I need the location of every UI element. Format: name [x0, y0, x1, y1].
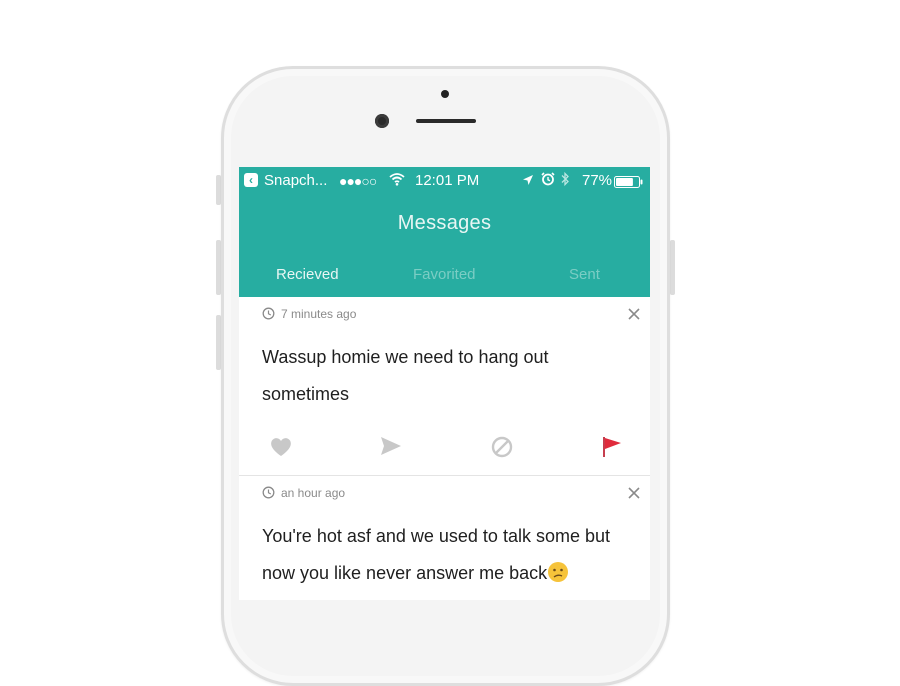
battery-percentage: 77%: [582, 172, 613, 189]
status-time: 12:01 PM: [415, 172, 480, 189]
proximity-sensor: [441, 90, 449, 98]
message-text: Wassup homie we need to hang out sometim…: [262, 347, 549, 404]
message-card: an hour ago You're hot asf and we used t…: [239, 476, 650, 600]
tab-favorited[interactable]: Favorited: [413, 266, 476, 283]
message-time-ago: 7 minutes ago: [281, 307, 357, 321]
tab-sent[interactable]: Sent: [569, 266, 600, 283]
alarm-icon: [541, 172, 555, 190]
flag-icon[interactable]: [602, 436, 622, 463]
send-icon[interactable]: [380, 436, 402, 461]
clock-icon: [262, 307, 275, 325]
message-card: 7 minutes ago Wassup homie we need to ha…: [239, 297, 650, 476]
status-bar: ‹ Snapch... ●●●○○ 12:01 PM 77%: [239, 167, 650, 195]
tab-received[interactable]: Recieved: [276, 266, 339, 283]
battery-icon: [614, 175, 644, 192]
app-header: ‹ Snapch... ●●●○○ 12:01 PM 77% Messages …: [239, 167, 650, 297]
heart-icon[interactable]: [269, 436, 293, 463]
message-text: You're hot asf and we used to talk some …: [262, 518, 632, 596]
front-camera: [375, 114, 389, 128]
confused-face-emoji: [547, 559, 569, 596]
wifi-icon: [389, 172, 405, 190]
block-icon[interactable]: [491, 436, 513, 463]
bluetooth-icon: [560, 171, 570, 191]
power-button: [670, 240, 675, 295]
message-time-ago: an hour ago: [281, 486, 346, 500]
earpiece-speaker: [416, 119, 476, 123]
close-icon[interactable]: [627, 486, 641, 505]
close-icon[interactable]: [627, 307, 641, 326]
clock-icon: [262, 486, 275, 504]
location-icon: [522, 173, 534, 190]
phone-screen: ‹ Snapch... ●●●○○ 12:01 PM 77% Messages …: [239, 167, 650, 600]
back-icon[interactable]: ‹: [244, 173, 258, 187]
page-title: Messages: [397, 212, 492, 234]
back-to-app-label[interactable]: Snapch...: [264, 172, 327, 189]
signal-strength: ●●●○○: [339, 173, 377, 189]
